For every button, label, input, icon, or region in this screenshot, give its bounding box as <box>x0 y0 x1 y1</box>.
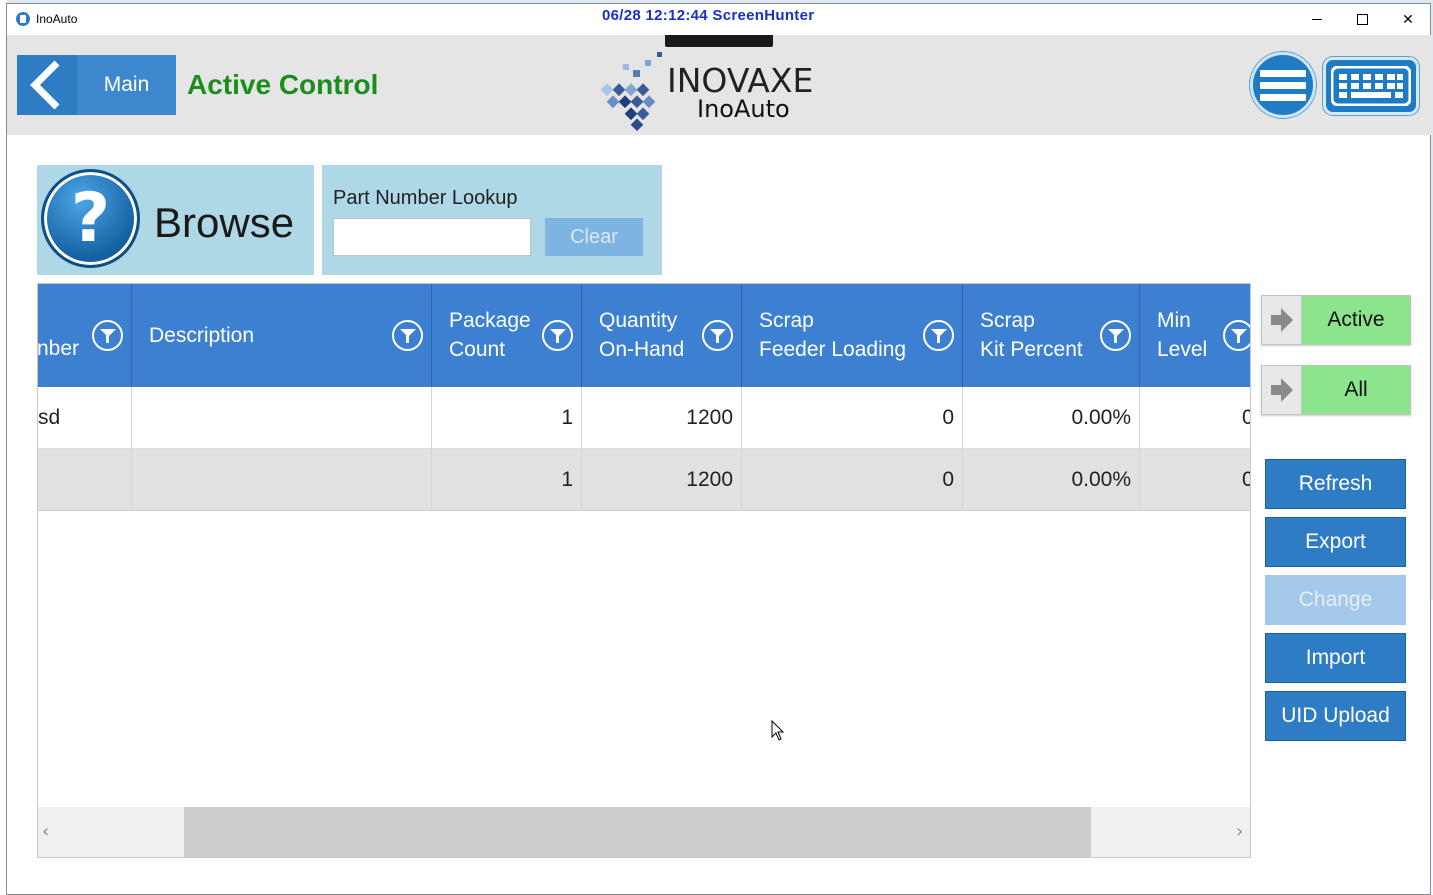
app-icon <box>16 12 30 26</box>
back-button[interactable] <box>17 55 77 115</box>
app-window: InoAuto 06/28 12:12:44 ScreenHunter ✕ Ma… <box>6 3 1432 895</box>
part-number-lookup-panel: Part Number Lookup Clear <box>322 165 662 275</box>
logo-diamond-icon <box>600 52 662 132</box>
column-header-scrap-feeder-loading[interactable]: Scrap Feeder Loading <box>742 284 963 387</box>
help-icon: ? <box>41 169 140 268</box>
filter-icon[interactable] <box>702 320 733 351</box>
scroll-left-icon[interactable]: ‹ <box>42 821 49 842</box>
logo-top-bar <box>665 35 773 47</box>
screenhunter-overlay: 06/28 12:12:44 ScreenHunter <box>602 7 815 24</box>
app-header: Main Active Control INOVAXE InoAuto <box>7 35 1432 135</box>
column-label: Description <box>149 324 255 347</box>
filter-icon[interactable] <box>923 320 954 351</box>
close-button[interactable]: ✕ <box>1385 4 1431 35</box>
column-header-quantity-on-hand[interactable]: Quantity On-Hand <box>582 284 742 387</box>
hamburger-line <box>1260 81 1306 89</box>
part-number-input[interactable] <box>333 218 531 256</box>
table-row[interactable]: sd 1 1200 0 0.00% 0 <box>38 387 1250 449</box>
filter-icon[interactable] <box>542 320 573 351</box>
filter-icon[interactable] <box>1100 320 1131 351</box>
filter-icon[interactable] <box>392 320 423 351</box>
all-toggle-label: All <box>1344 378 1368 401</box>
cell-part-number <box>38 449 132 511</box>
import-button[interactable]: Import <box>1265 633 1406 683</box>
cell-scrap-feeder-loading: 0 <box>742 387 963 449</box>
hamburger-icon <box>1260 69 1306 77</box>
cell-scrap-kit-percent: 0.00% <box>963 387 1140 449</box>
column-header-min-level[interactable]: Min Level <box>1140 284 1250 387</box>
logo-subtitle: InoAuto <box>697 95 790 123</box>
main-button[interactable]: Main <box>77 55 176 115</box>
uid-upload-button[interactable]: UID Upload <box>1265 691 1406 741</box>
filter-icon[interactable] <box>1223 320 1250 351</box>
title-bar: InoAuto 06/28 12:12:44 ScreenHunter ✕ <box>7 4 1430 35</box>
grid-header: nber Description Package Count Quantity … <box>38 284 1250 387</box>
parts-grid: nber Description Package Count Quantity … <box>37 283 1251 858</box>
browse-panel[interactable]: ? Browse <box>37 165 314 275</box>
cell-description <box>132 449 432 511</box>
column-label: Quantity On-Hand <box>599 309 685 361</box>
column-header-scrap-kit-percent[interactable]: Scrap Kit Percent <box>963 284 1140 387</box>
cell-description <box>132 387 432 449</box>
lookup-label: Part Number Lookup <box>333 187 518 209</box>
chevron-left-icon <box>30 60 60 110</box>
column-label: Scrap Feeder Loading <box>759 309 907 361</box>
arrow-right-icon <box>1262 296 1302 344</box>
keyboard-button[interactable] <box>1323 57 1419 115</box>
clear-button[interactable]: Clear <box>545 218 643 256</box>
cell-min-level: 0 <box>1140 449 1250 511</box>
column-label: Package Count <box>449 309 531 361</box>
column-header-part-number[interactable]: nber <box>38 284 132 387</box>
all-toggle[interactable]: All <box>1261 365 1411 415</box>
export-button[interactable]: Export <box>1265 517 1406 567</box>
maximize-button[interactable] <box>1339 4 1385 35</box>
cell-quantity-on-hand: 1200 <box>582 449 742 511</box>
minimize-button[interactable] <box>1294 4 1340 35</box>
keyboard-icon <box>1331 66 1411 106</box>
column-header-package-count[interactable]: Package Count <box>432 284 582 387</box>
cell-scrap-feeder-loading: 0 <box>742 449 963 511</box>
page-title: Active Control <box>187 69 379 100</box>
refresh-button[interactable]: Refresh <box>1265 459 1406 509</box>
mouse-cursor-icon <box>771 720 785 741</box>
cell-quantity-on-hand: 1200 <box>582 387 742 449</box>
cell-scrap-kit-percent: 0.00% <box>963 449 1140 511</box>
arrow-right-icon <box>1262 366 1302 414</box>
active-toggle[interactable]: Active <box>1261 295 1411 345</box>
inovaxe-logo: INOVAXE InoAuto <box>592 35 852 133</box>
cell-package-count: 1 <box>432 387 582 449</box>
scrollbar-thumb[interactable] <box>184 807 1091 857</box>
window-title: InoAuto <box>36 12 78 26</box>
active-toggle-label: Active <box>1327 308 1385 331</box>
menu-button[interactable] <box>1250 52 1316 118</box>
cell-part-number: sd <box>38 387 132 449</box>
horizontal-scrollbar[interactable]: ‹ › <box>38 807 1250 857</box>
browse-label: Browse <box>154 199 295 246</box>
filter-icon[interactable] <box>92 320 123 351</box>
change-button[interactable]: Change <box>1265 575 1406 625</box>
column-label: Min Level <box>1157 309 1208 361</box>
cell-min-level: 0 <box>1140 387 1250 449</box>
column-label: Scrap Kit Percent <box>980 309 1083 361</box>
cell-package-count: 1 <box>432 449 582 511</box>
scroll-right-icon[interactable]: › <box>1236 821 1243 842</box>
hamburger-line <box>1260 93 1306 101</box>
table-row[interactable]: 1 1200 0 0.00% 0 <box>38 449 1250 511</box>
column-label: nber <box>37 337 80 360</box>
column-header-description[interactable]: Description <box>132 284 432 387</box>
